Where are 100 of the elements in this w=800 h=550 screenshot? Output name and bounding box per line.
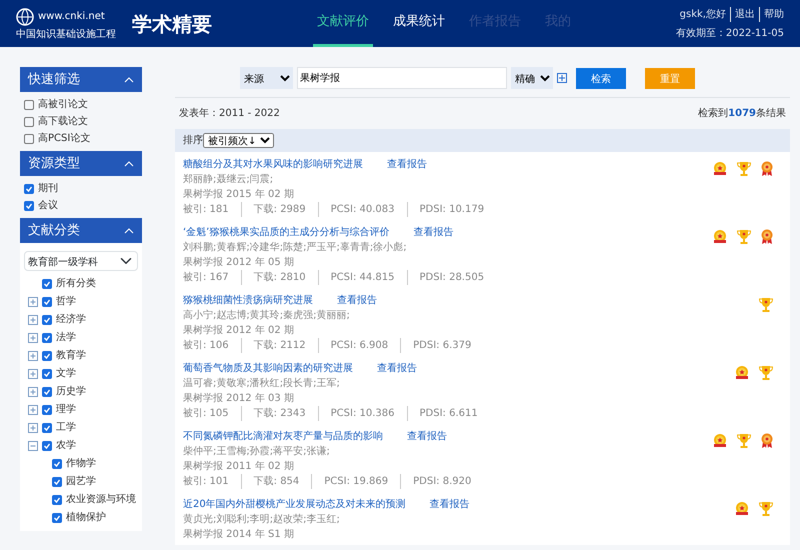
nav-tab[interactable]: 成果统计 bbox=[388, 0, 449, 47]
category-label[interactable]: 所有分类 bbox=[56, 275, 96, 293]
article-title-link[interactable]: 不同氮磷钾配比滴灌对灰枣产量与品质的影响 bbox=[183, 429, 383, 444]
source-text: 果树学报 2012 年 03 期 bbox=[183, 392, 295, 406]
stat-text: PDSI: 6.611 bbox=[418, 407, 479, 421]
authors-text: 黄贞光;刘聪利;李明;赵改荣;李玉红; bbox=[183, 512, 341, 527]
category-label[interactable]: 作物学 bbox=[66, 455, 96, 473]
category-label[interactable]: 教育学 bbox=[56, 347, 86, 365]
expand-toggle-icon[interactable] bbox=[28, 333, 38, 343]
checkbox[interactable] bbox=[42, 405, 52, 415]
source-text: 果树学报 2014 年 S1 期 bbox=[183, 528, 295, 542]
medal-icon bbox=[712, 229, 728, 245]
section-title: 文献分类 bbox=[28, 222, 80, 240]
section-header[interactable]: 资源类型 bbox=[20, 151, 142, 176]
category-label[interactable]: 文学 bbox=[56, 365, 76, 383]
filter-label[interactable]: 期刊 bbox=[38, 180, 58, 197]
chevron-icon bbox=[124, 160, 134, 166]
checkbox[interactable] bbox=[42, 351, 52, 361]
source-text: 果树学报 2015 年 02 期 bbox=[183, 188, 295, 202]
filter-label[interactable]: 会议 bbox=[38, 197, 58, 214]
match-select[interactable]: 精确 bbox=[511, 67, 553, 89]
view-report-link[interactable]: 查看报告 bbox=[407, 429, 447, 444]
checkbox[interactable] bbox=[42, 369, 52, 379]
article-title-link[interactable]: ‘金魁’猕猴桃果实品质的主成分分析与综合评价 bbox=[183, 225, 390, 240]
article-title-link[interactable]: 葡萄香气物质及其影响因素的研究进展 bbox=[183, 361, 353, 376]
category-label[interactable]: 植物保护 bbox=[66, 509, 106, 527]
header-link[interactable]: 退出 bbox=[730, 6, 755, 22]
category-label[interactable]: 历史学 bbox=[56, 383, 86, 401]
add-condition-icon[interactable] bbox=[557, 73, 567, 83]
filter-label[interactable]: 高PCSI论文 bbox=[38, 130, 90, 147]
sort-select[interactable]: 被引频次↓ bbox=[203, 133, 274, 148]
chevron-icon bbox=[124, 76, 134, 82]
category-label[interactable]: 法学 bbox=[56, 329, 76, 347]
search-input[interactable]: 果树学报 bbox=[297, 67, 507, 89]
ribbon-icon bbox=[760, 161, 774, 177]
nav-tab[interactable]: 文献评价 bbox=[312, 0, 373, 47]
search-field-select[interactable]: 来源 bbox=[240, 67, 293, 89]
checkbox[interactable] bbox=[42, 279, 52, 289]
category-label[interactable]: 工学 bbox=[56, 419, 76, 437]
authors-text: 郑丽静;聂继云;闫震; bbox=[183, 172, 274, 187]
checkbox[interactable] bbox=[24, 134, 34, 144]
stat-text: PCSI: 40.083 bbox=[318, 202, 408, 217]
section-header[interactable]: 文献分类 bbox=[20, 218, 142, 243]
article-title-link[interactable]: 近20年国内外甜樱桃产业发展动态及对未来的预测 bbox=[183, 497, 406, 512]
expand-toggle-icon[interactable] bbox=[28, 387, 38, 397]
result-count: 检索到1079条结果 bbox=[698, 106, 786, 121]
expand-toggle-icon[interactable] bbox=[28, 369, 38, 379]
section-title: 快速筛选 bbox=[28, 70, 80, 89]
category-select[interactable]: 教育部一级学科 bbox=[24, 251, 138, 271]
view-report-link[interactable]: 查看报告 bbox=[387, 157, 427, 172]
medal-icon bbox=[712, 433, 728, 449]
stat-text: 下载: 854 bbox=[242, 474, 312, 489]
checkbox[interactable] bbox=[52, 459, 62, 469]
search-button[interactable]: 检索 bbox=[576, 68, 626, 88]
checkbox[interactable] bbox=[24, 116, 34, 126]
checkbox[interactable] bbox=[52, 495, 62, 505]
expand-toggle-icon[interactable] bbox=[28, 423, 38, 433]
section-header[interactable]: 快速筛选 bbox=[20, 67, 142, 92]
view-report-link[interactable]: 查看报告 bbox=[377, 361, 417, 376]
section-title: 资源类型 bbox=[28, 154, 80, 173]
expand-toggle-icon[interactable] bbox=[28, 441, 38, 451]
authors-text: 柴仲平;王雪梅;孙霞;蒋平安;张谦; bbox=[183, 444, 331, 459]
trophy-icon bbox=[758, 297, 774, 313]
article-title-link[interactable]: 糖酸组分及其对水果风味的影响研究进展 bbox=[183, 157, 363, 172]
logo-url: www.cnki.net bbox=[38, 12, 105, 22]
category-label[interactable]: 农业资源与环境 bbox=[66, 491, 136, 509]
filter-label[interactable]: 高被引论文 bbox=[38, 96, 88, 113]
view-report-link[interactable]: 查看报告 bbox=[413, 225, 454, 240]
medal-icon bbox=[734, 365, 750, 381]
expand-toggle-icon[interactable] bbox=[28, 315, 38, 325]
view-report-link[interactable]: 查看报告 bbox=[430, 497, 470, 512]
checkbox[interactable] bbox=[42, 387, 52, 397]
expand-toggle-icon[interactable] bbox=[28, 351, 38, 361]
filter-label[interactable]: 高下载论文 bbox=[38, 113, 88, 130]
checkbox[interactable] bbox=[24, 200, 34, 210]
category-label[interactable]: 经济学 bbox=[56, 311, 86, 329]
app-title: 学术精要 bbox=[132, 10, 212, 38]
header-link[interactable]: 帮助 bbox=[759, 6, 784, 22]
checkbox[interactable] bbox=[42, 423, 52, 433]
view-report-link[interactable]: 查看报告 bbox=[337, 293, 377, 308]
article-title-link[interactable]: 猕猴桃细菌性溃疡病研究进展 bbox=[183, 293, 313, 308]
trophy-icon bbox=[758, 501, 774, 517]
checkbox[interactable] bbox=[52, 477, 62, 487]
user-greeting: gskk,您好 bbox=[680, 8, 726, 22]
stat-text: 被引: 167 bbox=[183, 270, 242, 285]
expand-toggle-icon[interactable] bbox=[28, 405, 38, 415]
checkbox[interactable] bbox=[42, 297, 52, 307]
category-label[interactable]: 农学 bbox=[56, 437, 76, 455]
stat-text: 下载: 2112 bbox=[242, 338, 319, 353]
category-label[interactable]: 哲学 bbox=[56, 293, 76, 311]
checkbox[interactable] bbox=[24, 184, 34, 194]
checkbox[interactable] bbox=[42, 441, 52, 451]
category-label[interactable]: 园艺学 bbox=[66, 473, 96, 491]
checkbox[interactable] bbox=[42, 333, 52, 343]
checkbox[interactable] bbox=[24, 100, 34, 110]
stat-text: 被引: 181 bbox=[183, 202, 242, 217]
category-label[interactable]: 理学 bbox=[56, 401, 76, 419]
expand-toggle-icon[interactable] bbox=[28, 297, 38, 307]
checkbox[interactable] bbox=[42, 315, 52, 325]
checkbox[interactable] bbox=[52, 513, 62, 523]
